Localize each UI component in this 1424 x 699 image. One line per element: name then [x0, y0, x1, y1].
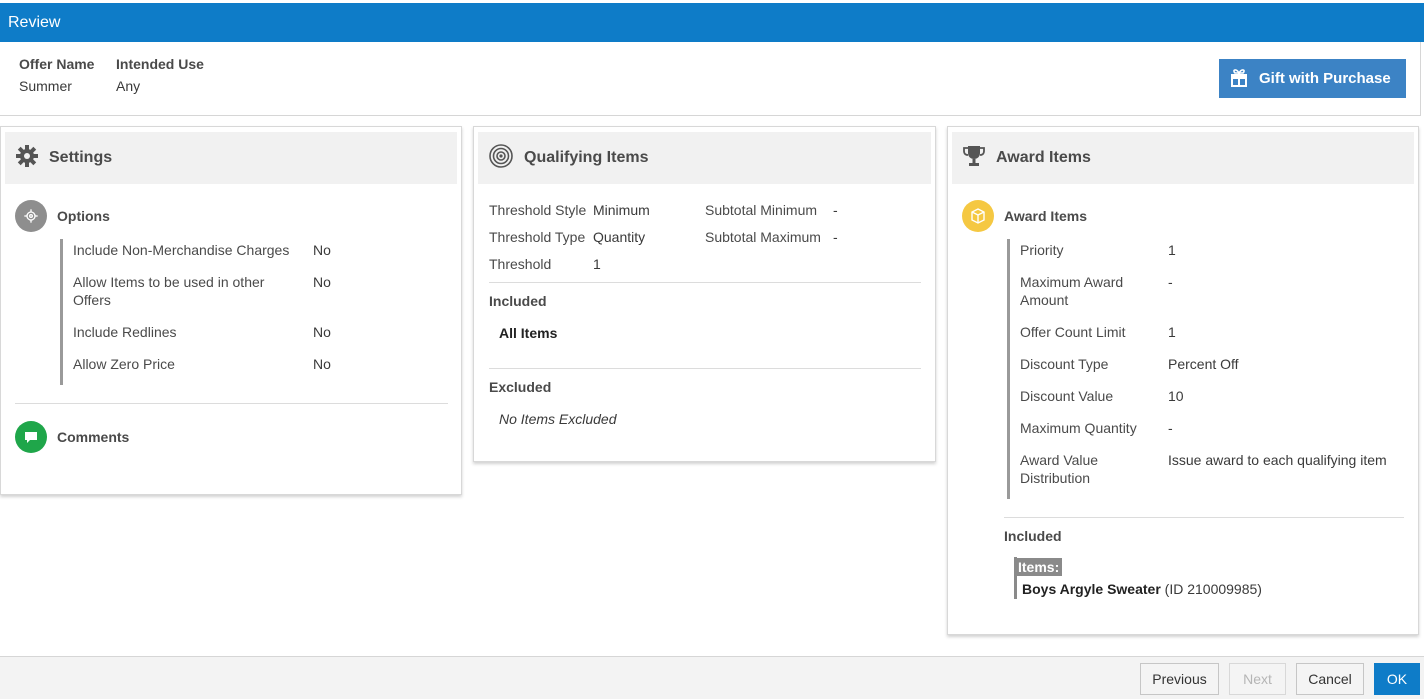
option-value: No	[313, 274, 331, 290]
item-id: (ID 210009985)	[1164, 581, 1262, 597]
item-name: Boys Argyle Sweater	[1022, 581, 1161, 597]
award-field-value: Percent Off	[1168, 356, 1239, 372]
settings-header: Settings	[5, 132, 457, 184]
intended-use-value: Any	[116, 78, 141, 94]
options-circle-icon	[15, 200, 47, 232]
options-title: Options	[57, 208, 110, 224]
items-tag: Items:	[1015, 558, 1063, 576]
threshold-value: 1	[593, 256, 601, 272]
option-value: No	[313, 242, 331, 258]
offer-name-group: Offer Name Summer	[19, 56, 94, 94]
included-item: Boys Argyle Sweater (ID 210009985)	[1022, 581, 1262, 597]
award-title: Award Items	[996, 149, 1091, 166]
comment-icon	[15, 421, 47, 453]
ok-button[interactable]: OK	[1374, 663, 1420, 695]
award-items-panel: Award Items Award Items Priority 1 Maxim…	[947, 126, 1419, 635]
subtotal-maximum-label: Subtotal Maximum	[705, 229, 821, 245]
next-button[interactable]: Next	[1229, 663, 1286, 695]
options-list	[60, 239, 63, 385]
subtotal-maximum-value: -	[833, 229, 838, 245]
award-field-label: Maximum Quantity	[1020, 420, 1137, 436]
option-label: Include Redlines	[73, 324, 177, 340]
window-title-bar: Review	[0, 3, 1424, 42]
option-value: No	[313, 356, 331, 372]
award-field-label: Discount Value	[1020, 388, 1114, 404]
offer-type-label: Gift with Purchase	[1259, 70, 1391, 87]
intended-use-label: Intended Use	[116, 56, 204, 72]
settings-panel: Settings Options Include Non-Merchandise…	[0, 126, 462, 495]
divider	[489, 368, 921, 369]
award-field-label: Award Value Distribution	[1020, 452, 1099, 486]
excluded-label: Excluded	[489, 379, 552, 395]
award-field-label: Maximum Award Amount	[1020, 274, 1124, 308]
comments-section[interactable]: Comments	[15, 421, 129, 453]
award-field-value: 10	[1168, 388, 1184, 404]
threshold-style-value: Minimum	[593, 202, 650, 218]
target-icon	[488, 143, 514, 174]
offer-type-button[interactable]: Gift with Purchase	[1219, 59, 1406, 98]
option-label: Include Non-Merchandise Charges	[73, 242, 290, 258]
award-field-value: -	[1168, 420, 1173, 436]
subtotal-minimum-label: Subtotal Minimum	[705, 202, 818, 218]
award-header: Award Items	[952, 132, 1414, 184]
divider	[15, 403, 448, 404]
threshold-type-value: Quantity	[593, 229, 646, 245]
settings-title: Settings	[49, 149, 113, 166]
option-label: Allow Items to be used in other Offers	[73, 274, 265, 308]
trophy-icon	[962, 144, 986, 173]
offer-summary: Offer Name Summer Intended Use Any Gift …	[0, 42, 1421, 116]
threshold-type-label: Threshold Type	[489, 229, 586, 245]
award-items-section: Award Items	[962, 200, 1087, 232]
award-field-label: Offer Count Limit	[1020, 324, 1126, 340]
window-title: Review	[8, 14, 61, 31]
divider	[1004, 517, 1404, 518]
offer-name-label: Offer Name	[19, 56, 95, 72]
previous-button[interactable]: Previous	[1140, 663, 1219, 695]
award-field-value: -	[1168, 274, 1173, 290]
award-included-label: Included	[1004, 528, 1062, 544]
award-fields	[1007, 239, 1010, 499]
divider	[489, 282, 921, 283]
subtotal-minimum-value: -	[833, 202, 838, 218]
threshold-style-label: Threshold Style	[489, 202, 587, 218]
option-label: Allow Zero Price	[73, 356, 175, 372]
threshold-label: Threshold	[489, 256, 552, 272]
award-field-value: Issue award to each qualifying item	[1168, 452, 1387, 468]
award-field-label: Discount Type	[1020, 356, 1109, 372]
intended-use-group: Intended Use Any	[116, 56, 204, 94]
options-section: Options	[15, 200, 110, 232]
award-field-value: 1	[1168, 242, 1176, 258]
comments-title: Comments	[57, 429, 130, 445]
award-field-value: 1	[1168, 324, 1176, 340]
award-field-label: Priority	[1020, 242, 1064, 258]
included-label: Included	[489, 293, 547, 309]
included-value: All Items	[499, 325, 558, 341]
excluded-value: No Items Excluded	[499, 411, 617, 427]
option-value: No	[313, 324, 331, 340]
award-section-title: Award Items	[1004, 208, 1087, 224]
gift-icon	[1229, 67, 1249, 91]
qualifying-items-panel: Qualifying Items Threshold Style Minimum…	[473, 126, 936, 462]
gear-icon	[15, 144, 39, 173]
box-icon	[962, 200, 994, 232]
qualifying-title: Qualifying Items	[524, 149, 649, 166]
dialog-footer: Previous Next Cancel OK	[0, 656, 1424, 699]
qualifying-header: Qualifying Items	[478, 132, 931, 184]
cancel-button[interactable]: Cancel	[1296, 663, 1364, 695]
offer-name-value: Summer	[19, 78, 72, 94]
